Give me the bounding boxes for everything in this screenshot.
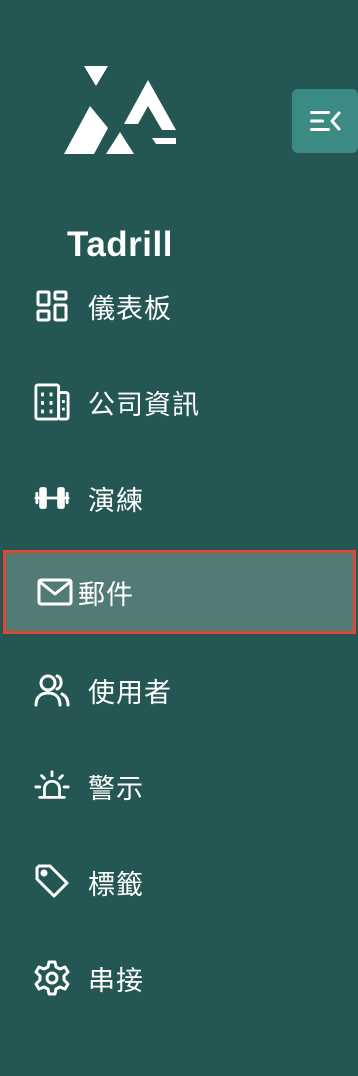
sidebar-item-label: 警示 [88,773,144,805]
sidebar-item-label: 串接 [88,965,144,997]
sidebar-item-mail[interactable]: 郵件 [3,550,356,634]
dumbbell-icon [34,480,70,516]
sidebar-item-alerts[interactable]: 警示 [0,744,358,828]
brand-logo: Tadrill [58,62,182,264]
sidebar-item-label: 公司資訊 [88,389,200,421]
brand-name: Tadrill [67,225,173,264]
building-icon [34,383,70,421]
settings-icon [34,960,70,996]
users-icon [34,672,70,708]
mail-icon [37,574,73,610]
sidebar-item-company-info[interactable]: 公司資訊 [0,360,358,444]
logo-mark-icon [64,66,176,154]
sidebar-item-label: 演練 [88,485,144,517]
alarm-icon [34,768,70,804]
sidebar-item-tags[interactable]: 標籤 [0,840,358,924]
sidebar-item-dashboard[interactable]: 儀表板 [0,264,358,348]
tag-icon [34,864,70,900]
sidebar-item-label: 標籤 [88,869,144,901]
collapse-sidebar-button[interactable] [292,89,358,153]
sidebar-item-label: 使用者 [88,677,172,709]
sidebar-item-label: 儀表板 [88,293,172,325]
sidebar-item-users[interactable]: 使用者 [0,648,358,732]
sidebar-item-drill[interactable]: 演練 [0,456,358,540]
collapse-menu-icon [310,111,341,131]
sidebar-item-integrations[interactable]: 串接 [0,936,358,1020]
dashboard-icon [34,288,70,324]
sidebar-item-label: 郵件 [78,579,134,611]
